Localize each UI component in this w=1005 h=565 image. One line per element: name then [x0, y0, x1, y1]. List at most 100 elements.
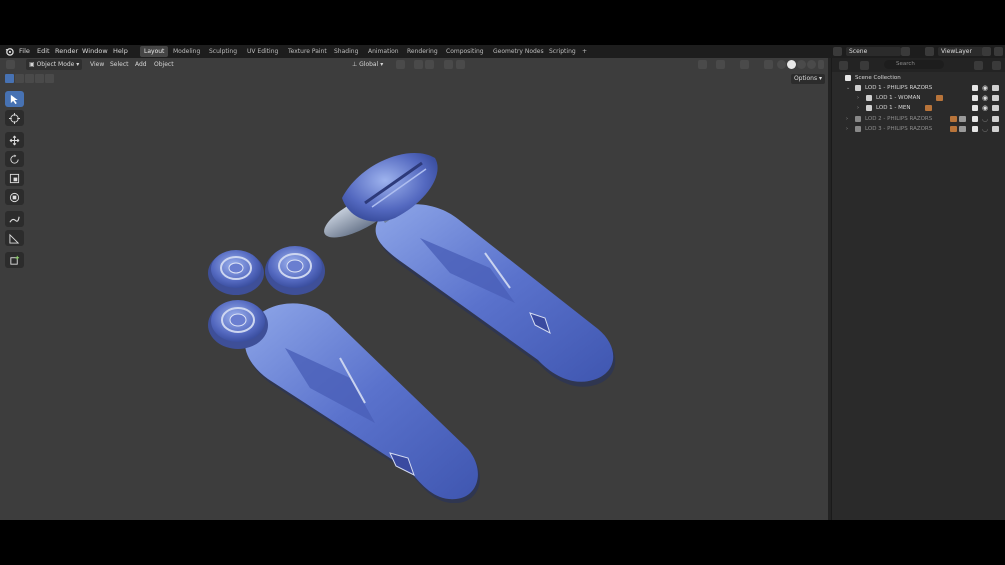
expand-arrow-icon[interactable]: ⌄ [846, 83, 850, 93]
collapse-arrow-icon[interactable]: › [846, 124, 848, 134]
remove-view-layer-icon[interactable] [994, 47, 1003, 56]
collapse-arrow-icon[interactable]: › [846, 114, 848, 124]
tab-modeling[interactable]: Modeling [169, 46, 204, 57]
display-mode-icon[interactable] [860, 61, 869, 70]
scene-icon[interactable] [833, 47, 842, 56]
outliner-item-lod1-men[interactable]: › LOD 1 - MEN ◉ [832, 103, 1005, 113]
material-shading-icon[interactable] [797, 60, 806, 69]
overlays-icon[interactable] [740, 60, 749, 69]
editor-type-icon[interactable] [6, 60, 15, 69]
solid-shading-icon[interactable] [787, 60, 796, 69]
select-extend-icon[interactable] [15, 74, 24, 83]
camera-icon[interactable] [992, 105, 999, 111]
rendered-shading-icon[interactable] [807, 60, 816, 69]
eye-icon[interactable]: ◉ [982, 94, 988, 102]
menu-help[interactable]: Help [113, 45, 128, 58]
options-dropdown[interactable]: Options ▾ [791, 74, 825, 84]
camera-icon[interactable] [992, 95, 999, 101]
gizmo-icon[interactable] [716, 60, 725, 69]
exclude-checkbox[interactable] [972, 95, 978, 101]
select-invert-icon[interactable] [35, 74, 44, 83]
exclude-checkbox[interactable] [972, 85, 978, 91]
scene-selector[interactable]: Scene [846, 47, 901, 56]
measure-icon[interactable] [5, 230, 24, 246]
shaver-head-2 [208, 250, 264, 295]
annotate-icon[interactable] [5, 211, 24, 227]
eye-icon[interactable]: ◉ [982, 84, 988, 92]
mesh-data-icon [959, 126, 966, 132]
menu-render[interactable]: Render [55, 45, 78, 58]
tab-shading[interactable]: Shading [330, 46, 362, 57]
tab-compositing[interactable]: Compositing [442, 46, 488, 57]
outliner-item-lod1-woman[interactable]: › LOD 1 - WOMAN ◉ [832, 93, 1005, 103]
tab-uv-editing[interactable]: UV Editing [243, 46, 282, 57]
new-view-layer-icon[interactable] [982, 47, 991, 56]
transform-icon[interactable] [5, 189, 24, 205]
visibility-icon[interactable] [698, 60, 707, 69]
snap-icon[interactable] [414, 60, 423, 69]
menu-edit[interactable]: Edit [37, 45, 50, 58]
menu-window[interactable]: Window [82, 45, 108, 58]
viewport-menu-view[interactable]: View [90, 59, 104, 70]
object-mode-label: Object Mode [36, 61, 75, 68]
new-scene-icon[interactable] [901, 47, 910, 56]
move-icon[interactable] [5, 132, 24, 148]
collection-icon [866, 105, 872, 111]
exclude-checkbox[interactable] [972, 105, 978, 111]
pivot-icon[interactable] [396, 60, 405, 69]
outliner-item-lod2-philips[interactable]: › LOD 2 - PHILIPS RAZORS ◡ [832, 114, 1005, 124]
snap-target-icon[interactable] [425, 60, 434, 69]
collapse-arrow-icon[interactable]: › [857, 93, 859, 103]
tab-geometry-nodes[interactable]: Geometry Nodes [489, 46, 548, 57]
falloff-icon[interactable] [456, 60, 465, 69]
viewport-menu-add[interactable]: Add [135, 59, 147, 70]
outliner-editor-type-icon[interactable] [839, 61, 848, 70]
tab-scripting[interactable]: Scripting [545, 46, 580, 57]
select-subtract-icon[interactable] [25, 74, 34, 83]
exclude-checkbox[interactable] [972, 126, 978, 132]
blender-logo-icon[interactable] [5, 47, 14, 56]
scale-icon[interactable] [5, 170, 24, 186]
new-collection-icon[interactable] [992, 61, 1001, 70]
proportional-edit-icon[interactable] [444, 60, 453, 69]
exclude-checkbox[interactable] [972, 116, 978, 122]
camera-icon[interactable] [992, 85, 999, 91]
outliner-item-lod3-philips[interactable]: › LOD 3 - PHILIPS RAZORS ◡ [832, 124, 1005, 134]
filter-icon[interactable] [974, 61, 983, 70]
viewport-menu-select[interactable]: Select [110, 59, 129, 70]
view-layer-icon[interactable] [925, 47, 934, 56]
tab-animation[interactable]: Animation [364, 46, 403, 57]
tool-shelf [5, 91, 24, 271]
tab-texture-paint[interactable]: Texture Paint [284, 46, 331, 57]
menu-file[interactable]: File [19, 45, 30, 58]
viewport-menu-object[interactable]: Object [154, 59, 174, 70]
shading-options-icon[interactable] [818, 60, 824, 69]
eye-closed-icon[interactable]: ◡ [982, 115, 988, 123]
wireframe-shading-icon[interactable] [777, 60, 786, 69]
view-layer-selector[interactable]: ViewLayer [938, 47, 983, 56]
xray-icon[interactable] [764, 60, 773, 69]
razor-models-render[interactable] [190, 103, 640, 503]
eye-icon[interactable]: ◉ [982, 104, 988, 112]
eye-closed-icon[interactable]: ◡ [982, 125, 988, 133]
scene-collection-row[interactable]: Scene Collection [832, 73, 1005, 83]
cursor-icon[interactable] [5, 110, 24, 126]
rotate-icon[interactable] [5, 151, 24, 167]
outliner-item-label: LOD 1 - MEN [876, 105, 911, 111]
outliner-search-input[interactable]: Search [884, 60, 944, 69]
camera-icon[interactable] [992, 116, 999, 122]
outliner-item-lod1-philips[interactable]: ⌄ LOD 1 - PHILIPS RAZORS ◉ [832, 83, 1005, 93]
select-new-icon[interactable] [5, 74, 14, 83]
add-workspace-button[interactable]: + [578, 46, 591, 57]
collapse-arrow-icon[interactable]: › [857, 103, 859, 113]
tab-sculpting[interactable]: Sculpting [205, 46, 241, 57]
add-cube-icon[interactable] [5, 252, 24, 268]
tab-rendering[interactable]: Rendering [403, 46, 442, 57]
orientation-dropdown[interactable]: ⊥ Global ▾ [352, 59, 383, 70]
3d-viewport[interactable]: ▣ Object Mode ▾ View Select Add Object ⊥… [0, 58, 828, 520]
tab-layout[interactable]: Layout [140, 46, 169, 57]
select-intersect-icon[interactable] [45, 74, 54, 83]
object-mode-dropdown[interactable]: ▣ Object Mode ▾ [26, 59, 83, 70]
camera-icon[interactable] [992, 126, 999, 132]
select-box-icon[interactable] [5, 91, 24, 107]
